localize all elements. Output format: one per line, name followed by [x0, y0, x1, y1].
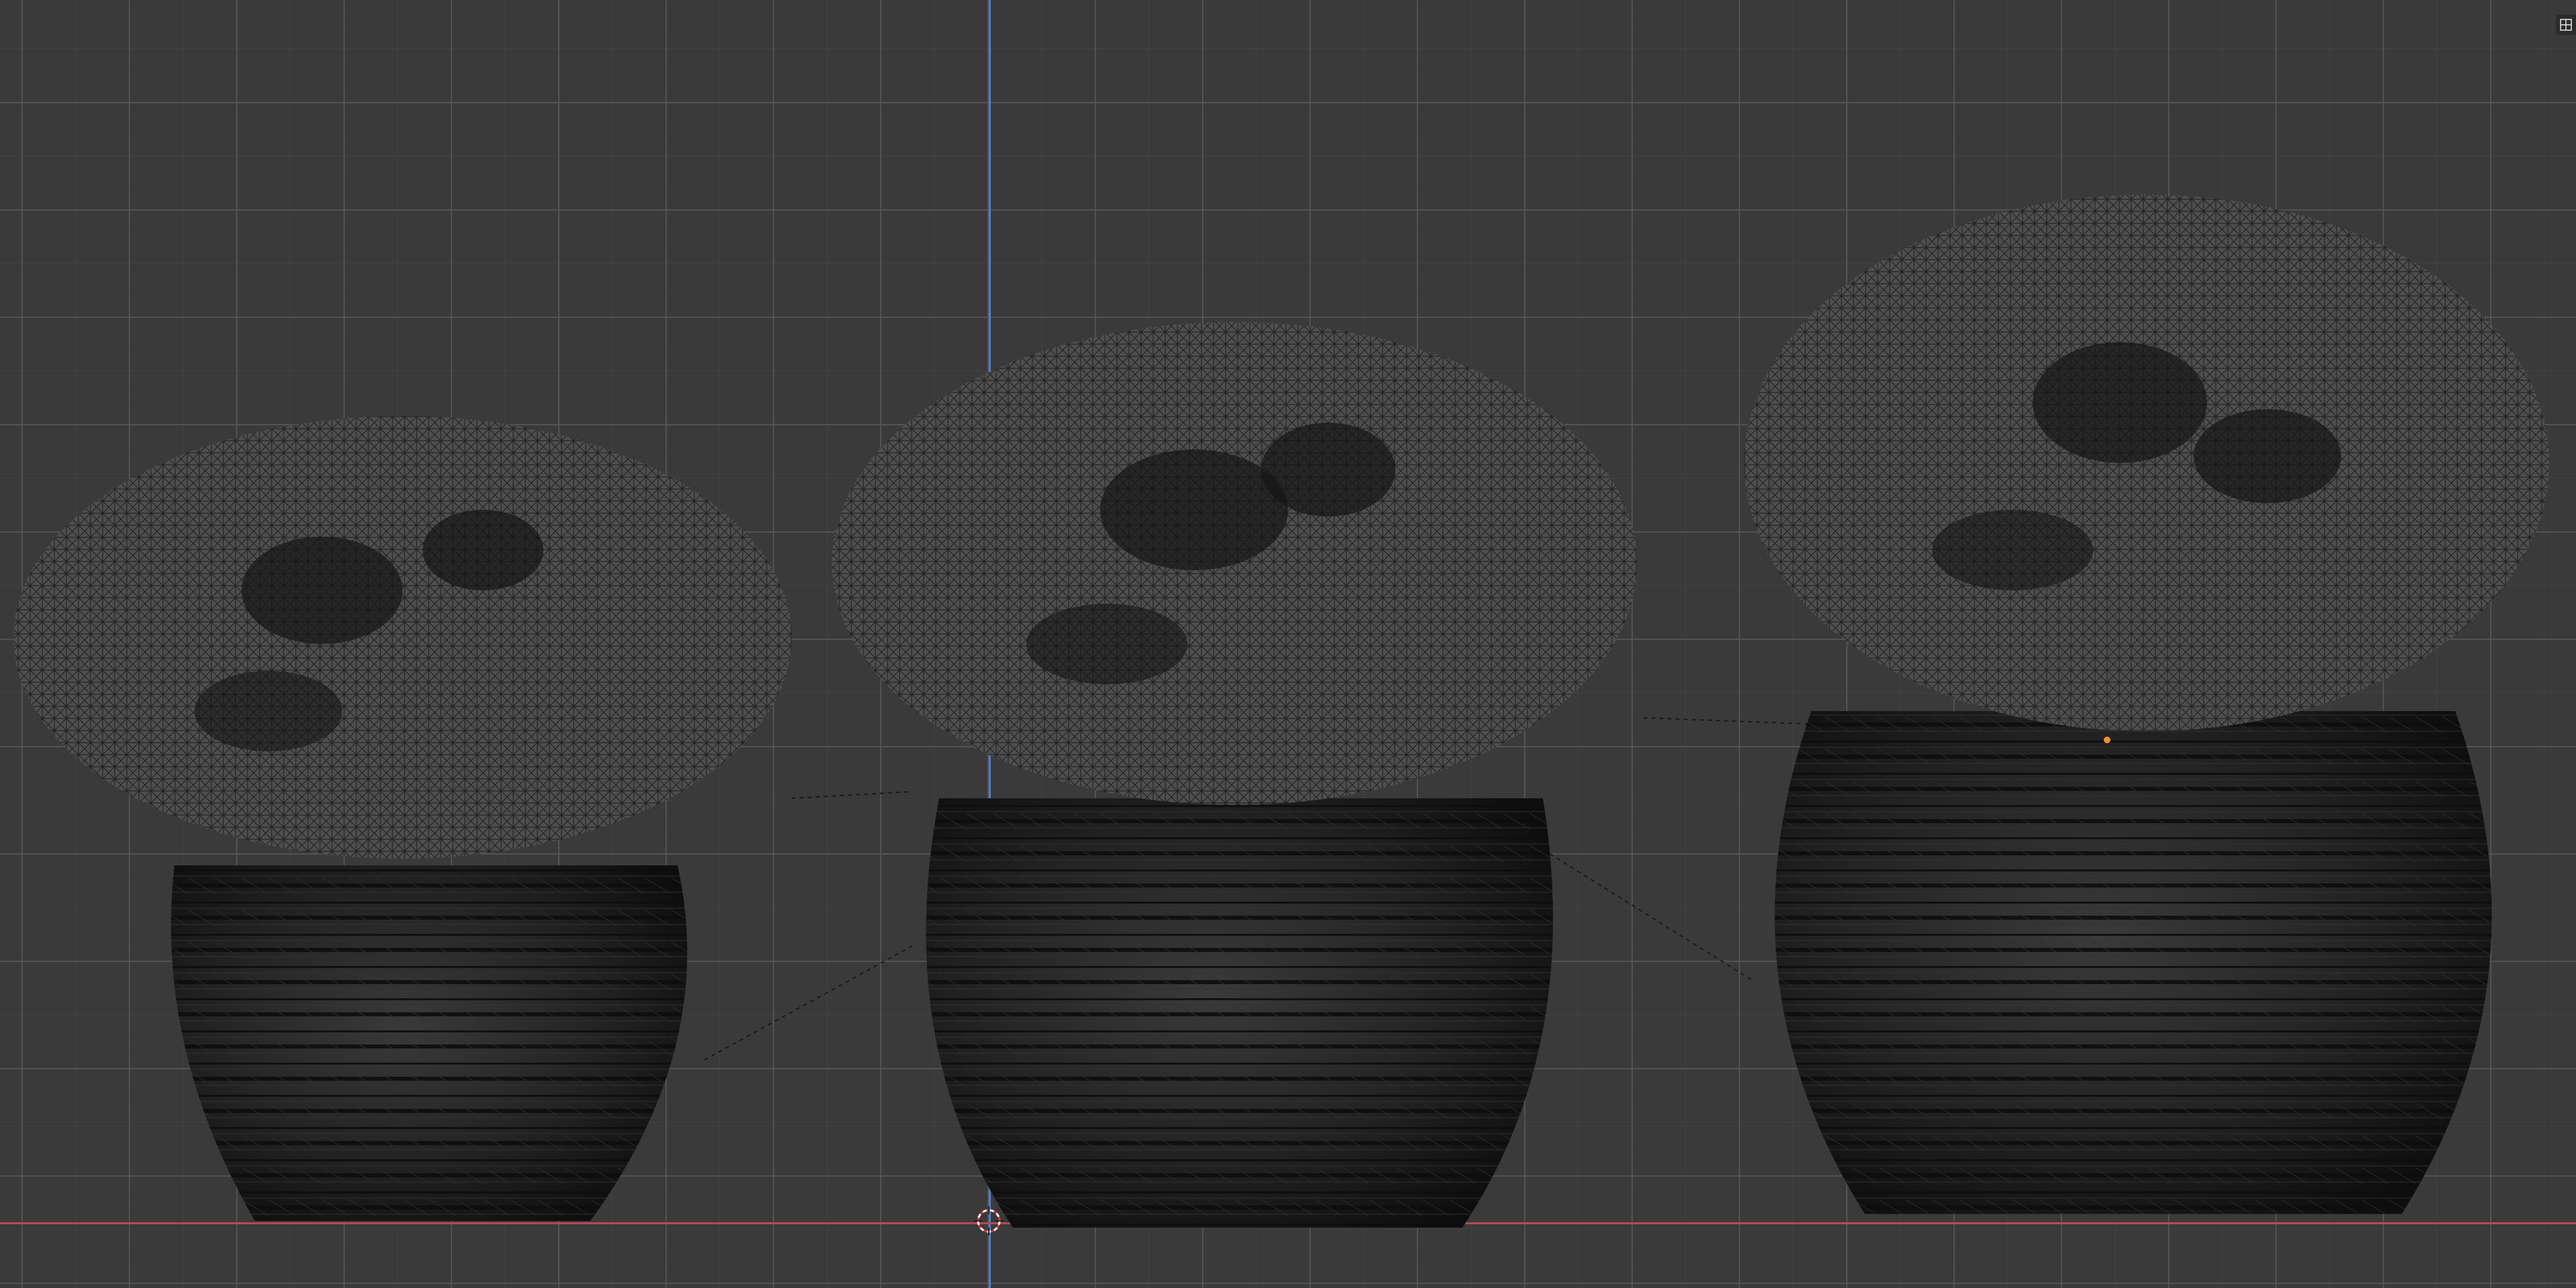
potted-plant-large [1744, 195, 2549, 1214]
potted-plant-medium [832, 322, 1637, 1228]
3d-viewport[interactable] [0, 0, 2576, 1288]
potted-plant-small [13, 416, 792, 1221]
3d-cursor-icon[interactable] [974, 1206, 1004, 1236]
object-origin-marker [2104, 737, 2110, 743]
quad-view-icon[interactable] [2556, 15, 2576, 35]
scene-objects [13, 195, 2549, 1228]
